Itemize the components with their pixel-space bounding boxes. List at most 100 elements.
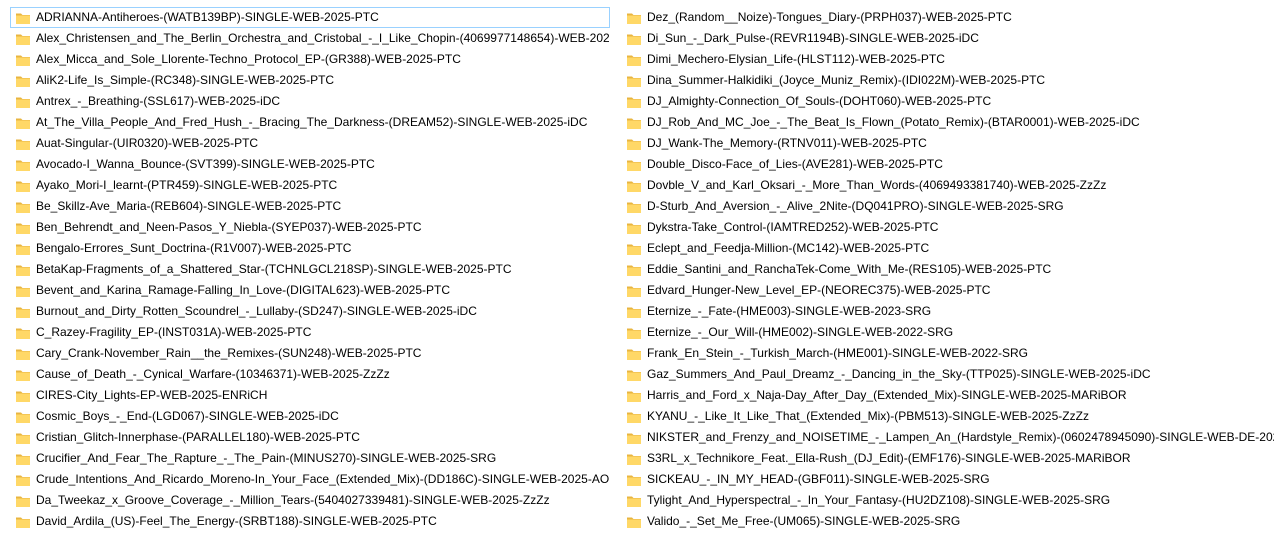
folder-icon bbox=[626, 52, 642, 68]
folder-item[interactable]: Cause_of_Death_-_Cynical_Warfare-(103463… bbox=[10, 364, 610, 385]
folder-item[interactable]: Eddie_Santini_and_RanchaTek-Come_With_Me… bbox=[621, 259, 1275, 280]
folder-item[interactable]: Eclept_and_Feedja-Million-(MC142)-WEB-20… bbox=[621, 238, 1275, 259]
folder-item[interactable]: Gaz_Summers_And_Paul_Dreamz_-_Dancing_in… bbox=[621, 364, 1275, 385]
folder-icon bbox=[626, 514, 642, 530]
folder-name: Crude_Intentions_And_Ricardo_Moreno-In_Y… bbox=[36, 472, 610, 486]
folder-item[interactable]: Cary_Crank-November_Rain__the_Remixes-(S… bbox=[10, 343, 610, 364]
folder-icon bbox=[15, 199, 31, 215]
folder-item[interactable]: David_Ardila_(US)-Feel_The_Energy-(SRBT1… bbox=[10, 511, 610, 532]
folder-icon bbox=[15, 367, 31, 383]
folder-name: Alex_Christensen_and_The_Berlin_Orchestr… bbox=[36, 31, 610, 45]
folder-name: NIKSTER_and_Frenzy_and_NOISETIME_-_Lampe… bbox=[647, 430, 1275, 444]
folder-name: Cause_of_Death_-_Cynical_Warfare-(103463… bbox=[36, 367, 390, 381]
folder-item[interactable]: Eternize_-_Fate-(HME003)-SINGLE-WEB-2023… bbox=[621, 301, 1275, 322]
folder-item[interactable]: Bevent_and_Karina_Ramage-Falling_In_Love… bbox=[10, 280, 610, 301]
folder-item[interactable]: DJ_Rob_And_MC_Joe_-_The_Beat_Is_Flown_(P… bbox=[621, 112, 1275, 133]
folder-item[interactable]: Be_Skillz-Ave_Maria-(REB604)-SINGLE-WEB-… bbox=[10, 196, 610, 217]
folder-icon bbox=[626, 241, 642, 257]
folder-item[interactable]: Dez_(Random__Noize)-Tongues_Diary-(PRPH0… bbox=[621, 7, 1275, 28]
folder-icon bbox=[15, 346, 31, 362]
folder-name: C_Razey-Fragility_EP-(INST031A)-WEB-2025… bbox=[36, 325, 312, 339]
folder-item[interactable]: SICKEAU_-_IN_MY_HEAD-(GBF011)-SINGLE-WEB… bbox=[621, 469, 1275, 490]
folder-icon bbox=[626, 430, 642, 446]
folder-item[interactable]: Dovble_V_and_Karl_Oksari_-_More_Than_Wor… bbox=[621, 175, 1275, 196]
folder-name: Eternize_-_Fate-(HME003)-SINGLE-WEB-2023… bbox=[647, 304, 932, 318]
folder-item[interactable]: S3RL_x_Technikore_Feat._Ella-Rush_(DJ_Ed… bbox=[621, 448, 1275, 469]
folder-name: Edvard_Hunger-New_Level_EP-(NEOREC375)-W… bbox=[647, 283, 991, 297]
folder-item[interactable]: Antrex_-_Breathing-(SSL617)-WEB-2025-iDC bbox=[10, 91, 610, 112]
folder-name: AliK2-Life_Is_Simple-(RC348)-SINGLE-WEB-… bbox=[36, 73, 335, 87]
folder-item[interactable]: Burnout_and_Dirty_Rotten_Scoundrel_-_Lul… bbox=[10, 301, 610, 322]
folder-item[interactable]: Dimi_Mechero-Elysian_Life-(HLST112)-WEB-… bbox=[621, 49, 1275, 70]
folder-item[interactable]: Eternize_-_Our_Will-(HME002)-SINGLE-WEB-… bbox=[621, 322, 1275, 343]
folder-icon bbox=[626, 346, 642, 362]
folder-name: Ben_Behrendt_and_Neen-Pasos_Y_Niebla-(SY… bbox=[36, 220, 422, 234]
folder-item[interactable]: Harris_and_Ford_x_Naja-Day_After_Day_(Ex… bbox=[621, 385, 1275, 406]
folder-item[interactable]: Frank_En_Stein_-_Turkish_March-(HME001)-… bbox=[621, 343, 1275, 364]
folder-item[interactable]: Double_Disco-Face_of_Lies-(AVE281)-WEB-2… bbox=[621, 154, 1275, 175]
folder-icon bbox=[626, 178, 642, 194]
folder-item[interactable]: Auat-Singular-(UIR0320)-WEB-2025-PTC bbox=[10, 133, 610, 154]
folder-item[interactable]: Ben_Behrendt_and_Neen-Pasos_Y_Niebla-(SY… bbox=[10, 217, 610, 238]
folder-icon bbox=[626, 262, 642, 278]
folder-item[interactable]: Tylight_And_Hyperspectral_-_In_Your_Fant… bbox=[621, 490, 1275, 511]
folder-name: Eddie_Santini_and_RanchaTek-Come_With_Me… bbox=[647, 262, 1052, 276]
folder-item[interactable]: D-Sturb_And_Aversion_-_Alive_2Nite-(DQ04… bbox=[621, 196, 1275, 217]
folder-name: Be_Skillz-Ave_Maria-(REB604)-SINGLE-WEB-… bbox=[36, 199, 342, 213]
folder-item[interactable]: At_The_Villa_People_And_Fred_Hush_-_Brac… bbox=[10, 112, 610, 133]
folder-item[interactable]: DJ_Almighty-Connection_Of_Souls-(DOHT060… bbox=[621, 91, 1275, 112]
folder-item[interactable]: Edvard_Hunger-New_Level_EP-(NEOREC375)-W… bbox=[621, 280, 1275, 301]
folder-item[interactable]: Dykstra-Take_Control-(IAMTRED252)-WEB-20… bbox=[621, 217, 1275, 238]
folder-item[interactable]: BetaKap-Fragments_of_a_Shattered_Star-(T… bbox=[10, 259, 610, 280]
folder-name: Double_Disco-Face_of_Lies-(AVE281)-WEB-2… bbox=[647, 157, 943, 171]
folder-name: Eclept_and_Feedja-Million-(MC142)-WEB-20… bbox=[647, 241, 930, 255]
folder-name: Dimi_Mechero-Elysian_Life-(HLST112)-WEB-… bbox=[647, 52, 945, 66]
folder-item[interactable]: Alex_Micca_and_Sole_Llorente-Techno_Prot… bbox=[10, 49, 610, 70]
folder-item[interactable]: Bengalo-Errores_Sunt_Doctrina-(R1V007)-W… bbox=[10, 238, 610, 259]
folder-icon bbox=[15, 451, 31, 467]
folder-item[interactable]: Cristian_Glitch-Innerphase-(PARALLEL180)… bbox=[10, 427, 610, 448]
folder-icon bbox=[15, 514, 31, 530]
folder-name: Di_Sun_-_Dark_Pulse-(REVR1194B)-SINGLE-W… bbox=[647, 31, 979, 45]
folder-icon bbox=[626, 367, 642, 383]
folder-icon bbox=[15, 430, 31, 446]
folder-icon bbox=[626, 304, 642, 320]
folder-icon bbox=[626, 199, 642, 215]
folder-name: Antrex_-_Breathing-(SSL617)-WEB-2025-iDC bbox=[36, 94, 281, 108]
folder-item[interactable]: Ayako_Mori-I_learnt-(PTR459)-SINGLE-WEB-… bbox=[10, 175, 610, 196]
folder-item[interactable]: KYANU_-_Like_It_Like_That_(Extended_Mix)… bbox=[621, 406, 1275, 427]
folder-icon bbox=[626, 157, 642, 173]
folder-icon bbox=[626, 325, 642, 341]
folder-name: DJ_Wank-The_Memory-(RTNV011)-WEB-2025-PT… bbox=[647, 136, 927, 150]
folder-name: BetaKap-Fragments_of_a_Shattered_Star-(T… bbox=[36, 262, 512, 276]
folder-item[interactable]: NIKSTER_and_Frenzy_and_NOISETIME_-_Lampe… bbox=[621, 427, 1275, 448]
folder-item[interactable]: Dina_Summer-Halkidiki_(Joyce_Muniz_Remix… bbox=[621, 70, 1275, 91]
folder-item[interactable]: AliK2-Life_Is_Simple-(RC348)-SINGLE-WEB-… bbox=[10, 70, 610, 91]
folder-name: Cary_Crank-November_Rain__the_Remixes-(S… bbox=[36, 346, 422, 360]
folder-icon bbox=[15, 304, 31, 320]
folder-item[interactable]: Valido_-_Set_Me_Free-(UM065)-SINGLE-WEB-… bbox=[621, 511, 1275, 532]
folder-item[interactable]: C_Razey-Fragility_EP-(INST031A)-WEB-2025… bbox=[10, 322, 610, 343]
folder-icon bbox=[15, 325, 31, 341]
folder-item[interactable]: CIRES-City_Lights-EP-WEB-2025-ENRiCH bbox=[10, 385, 610, 406]
folder-name: At_The_Villa_People_And_Fred_Hush_-_Brac… bbox=[36, 115, 588, 129]
folder-item[interactable]: Cosmic_Boys_-_End-(LGD067)-SINGLE-WEB-20… bbox=[10, 406, 610, 427]
file-list-column-left: ADRIANNA-Antiheroes-(WATB139BP)-SINGLE-W… bbox=[10, 7, 610, 532]
folder-icon bbox=[626, 220, 642, 236]
folder-name: S3RL_x_Technikore_Feat._Ella-Rush_(DJ_Ed… bbox=[647, 451, 1131, 465]
folder-item[interactable]: Crude_Intentions_And_Ricardo_Moreno-In_Y… bbox=[10, 469, 610, 490]
folder-item[interactable]: Alex_Christensen_and_The_Berlin_Orchestr… bbox=[10, 28, 610, 49]
folder-name: Cristian_Glitch-Innerphase-(PARALLEL180)… bbox=[36, 430, 360, 444]
folder-icon bbox=[15, 136, 31, 152]
folder-item[interactable]: Da_Tweekaz_x_Groove_Coverage_-_Million_T… bbox=[10, 490, 610, 511]
folder-item[interactable]: DJ_Wank-The_Memory-(RTNV011)-WEB-2025-PT… bbox=[621, 133, 1275, 154]
folder-name: Alex_Micca_and_Sole_Llorente-Techno_Prot… bbox=[36, 52, 461, 66]
folder-icon bbox=[15, 73, 31, 89]
folder-icon bbox=[15, 388, 31, 404]
folder-name: D-Sturb_And_Aversion_-_Alive_2Nite-(DQ04… bbox=[647, 199, 1064, 213]
folder-item[interactable]: ADRIANNA-Antiheroes-(WATB139BP)-SINGLE-W… bbox=[10, 7, 610, 28]
folder-name: Da_Tweekaz_x_Groove_Coverage_-_Million_T… bbox=[36, 493, 550, 507]
folder-item[interactable]: Avocado-I_Wanna_Bounce-(SVT399)-SINGLE-W… bbox=[10, 154, 610, 175]
folder-item[interactable]: Di_Sun_-_Dark_Pulse-(REVR1194B)-SINGLE-W… bbox=[621, 28, 1275, 49]
folder-item[interactable]: Crucifier_And_Fear_The_Rapture_-_The_Pai… bbox=[10, 448, 610, 469]
